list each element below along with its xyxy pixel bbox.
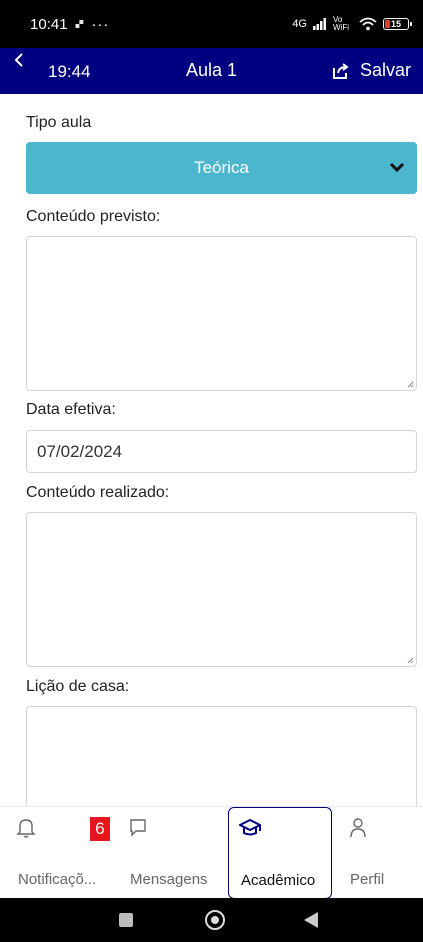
battery-icon: 15 [383,18,412,30]
conteudo-previsto-textarea[interactable] [26,236,417,391]
licao-casa-label: Lição de casa: [26,678,130,695]
save-label: Salvar [359,60,411,80]
data-efetiva-label: Data efetiva: [26,401,116,418]
resize-handle-icon[interactable] [407,381,414,388]
resize-handle-icon[interactable] [407,657,414,664]
back-system-button[interactable] [304,912,318,928]
data-efetiva-value: 07/02/2024 [37,441,123,461]
nav-item-academico[interactable]: Acadêmico [228,807,332,899]
battery-level: 15 [390,19,401,29]
form-content[interactable]: Tipo aula Teórica Conteúdo previsto: Dat… [0,94,423,806]
conteudo-previsto-label: Conteúdo previsto: [26,208,161,225]
user-icon [350,818,366,838]
chevron-down-icon [389,162,405,173]
share-icon [332,62,349,79]
signal-icon [313,18,326,30]
notification-badge: 6 [90,817,110,841]
status-bar: 10:41 🙾 ··· 4G Vo WiFi 15 [0,0,423,48]
nav-label-notificacoes: Notificaçõ... [18,871,97,888]
graduation-cap-icon [239,818,261,836]
nav-item-perfil[interactable]: Perfil [338,807,423,899]
network-label: 4G [292,18,307,30]
system-navigation-bar [0,898,423,942]
nav-label-perfil: Perfil [350,871,385,888]
volte-wifi-label: Vo WiFi [333,15,349,32]
home-button[interactable] [205,910,225,930]
tipo-aula-value: Teórica [194,158,249,177]
nav-label-mensagens: Mensagens [130,871,208,888]
conteudo-realizado-textarea[interactable] [26,512,417,667]
more-notifications-icon: ··· [91,15,110,33]
nav-label-academico: Acadêmico [241,872,316,889]
app-bar: 19:44 Aula 1 Salvar [0,48,423,94]
licao-casa-textarea[interactable] [26,706,417,806]
nav-item-mensagens[interactable]: Mensagens [118,807,222,899]
bottom-navigation: 6 Notificaçõ... Mensagens Acadêmico Perf… [0,806,423,899]
conteudo-realizado-label: Conteúdo realizado: [26,484,170,501]
save-button[interactable]: Salvar [332,60,411,81]
tipo-aula-select[interactable]: Teórica [26,142,417,194]
status-icons: 4G Vo WiFi 15 [292,15,412,32]
chat-icon [130,819,146,837]
notification-icon: 🙾 [75,16,84,31]
bell-icon [16,819,36,838]
status-time: 10:41 [30,15,68,33]
tipo-aula-label: Tipo aula [26,114,92,131]
recent-apps-button[interactable] [119,913,133,927]
data-efetiva-input[interactable]: 07/02/2024 [26,430,417,473]
nav-item-notificacoes[interactable]: 6 Notificaçõ... [6,807,110,899]
wifi-icon [359,17,377,31]
